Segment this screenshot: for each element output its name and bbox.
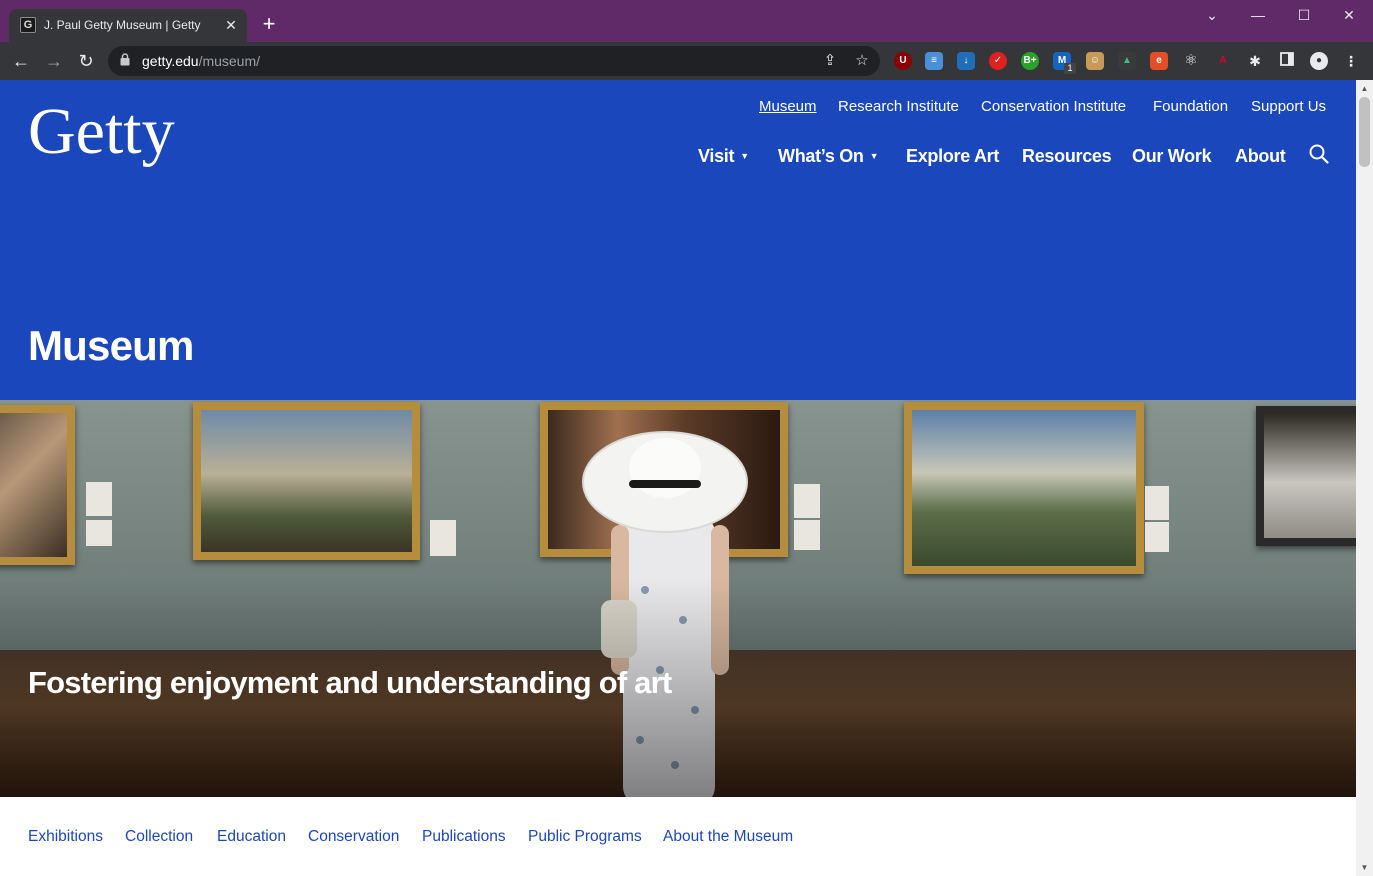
tab-title: J. Paul Getty Museum | Getty xyxy=(44,18,201,32)
react-extension-icon[interactable]: ⚛ xyxy=(1182,52,1200,70)
extensions-icon[interactable]: ✱ xyxy=(1246,52,1264,70)
bplus-extension-icon[interactable]: B+ xyxy=(1021,52,1039,70)
main-nav-visit[interactable]: Visit ▼ xyxy=(698,146,749,167)
page-content: Getty Museum Research Institute Conserva… xyxy=(0,80,1356,876)
menu-icon[interactable]: ⋮ xyxy=(1342,52,1360,70)
museum-subnav: Exhibitions Collection Education Conserv… xyxy=(0,797,1356,876)
subnav-about-the-museum[interactable]: About the Museum xyxy=(663,828,793,846)
extension-badge: 1 xyxy=(1064,63,1076,74)
scroll-up-icon[interactable]: ▲ xyxy=(1356,80,1373,97)
main-nav-whats-on[interactable]: What’s On ▼ xyxy=(778,146,879,167)
browser-tab[interactable]: G J. Paul Getty Museum | Getty ✕ xyxy=(9,9,247,42)
subnav-publications[interactable]: Publications xyxy=(422,828,506,846)
page-title: Museum xyxy=(28,322,194,369)
hero-image xyxy=(0,400,1356,797)
main-nav-resources[interactable]: Resources xyxy=(1022,146,1112,167)
scroll-down-icon[interactable]: ▼ xyxy=(1356,859,1373,876)
utility-nav-museum[interactable]: Museum xyxy=(759,98,817,115)
chevron-down-icon: ▼ xyxy=(869,151,879,161)
chevron-down-icon: ▼ xyxy=(740,151,749,161)
close-window-icon[interactable]: ✕ xyxy=(1337,5,1361,25)
angular-extension-icon[interactable]: A xyxy=(1214,52,1232,70)
browser-titlebar: G J. Paul Getty Museum | Getty ✕ + ⌄ — ☐… xyxy=(0,0,1373,42)
utility-nav-support-us[interactable]: Support Us xyxy=(1251,98,1326,115)
subnav-exhibitions[interactable]: Exhibitions xyxy=(28,828,103,846)
back-icon[interactable]: ← xyxy=(10,50,32,72)
getty-logo[interactable]: Getty xyxy=(28,94,175,170)
forward-icon[interactable]: → xyxy=(43,50,65,72)
utility-nav-research-institute[interactable]: Research Institute xyxy=(838,98,959,115)
close-icon[interactable]: ✕ xyxy=(222,16,240,34)
todoist-extension-icon[interactable]: ✓ xyxy=(989,52,1007,70)
lock-icon[interactable] xyxy=(120,53,130,69)
main-nav-about[interactable]: About xyxy=(1235,146,1286,167)
tab-manager-extension-icon[interactable]: ≡ xyxy=(925,52,943,70)
character-extension-icon[interactable]: ☺ xyxy=(1086,52,1104,70)
address-bar[interactable]: getty.edu/museum/ ⇪ ☆ xyxy=(108,46,880,76)
getty-favicon-icon: G xyxy=(20,17,36,33)
download-extension-icon[interactable]: ↓ xyxy=(957,52,975,70)
header-banner: Getty Museum Research Institute Conserva… xyxy=(0,80,1356,400)
subnav-conservation[interactable]: Conservation xyxy=(308,828,399,846)
share-icon[interactable]: ⇪ xyxy=(820,51,840,71)
utility-nav-foundation[interactable]: Foundation xyxy=(1153,98,1228,115)
subnav-public-programs[interactable]: Public Programs xyxy=(528,828,642,846)
utility-nav-conservation-institute[interactable]: Conservation Institute xyxy=(981,98,1126,115)
page-scrollbar[interactable]: ▲ ▼ xyxy=(1356,80,1373,876)
editor-extension-icon[interactable]: e xyxy=(1150,52,1168,70)
reload-icon[interactable]: ↻ xyxy=(75,50,97,72)
url-text: getty.edu/museum/ xyxy=(142,53,261,69)
subnav-collection[interactable]: Collection xyxy=(125,828,193,846)
maximize-icon[interactable]: ☐ xyxy=(1292,5,1316,25)
browser-toolbar: ← → ↻ getty.edu/museum/ ⇪ ☆ U ≡ ↓ ✓ B+ M… xyxy=(0,42,1373,80)
star-icon[interactable]: ☆ xyxy=(852,51,872,71)
minimize-icon[interactable]: — xyxy=(1246,5,1270,25)
subnav-education[interactable]: Education xyxy=(217,828,286,846)
search-icon[interactable] xyxy=(1308,143,1330,165)
main-nav-explore-art[interactable]: Explore Art xyxy=(906,146,999,167)
side-panel-icon[interactable] xyxy=(1278,52,1296,70)
hero-caption: Fostering enjoyment and understanding of… xyxy=(28,665,672,700)
tab-list-icon[interactable]: ⌄ xyxy=(1200,5,1224,25)
scroll-thumb[interactable] xyxy=(1359,97,1370,167)
hero-gradient-overlay xyxy=(0,400,1356,797)
ublock-extension-icon[interactable]: U xyxy=(894,52,912,70)
vue-extension-icon[interactable]: ▲ xyxy=(1118,52,1136,70)
profile-icon[interactable]: ● xyxy=(1310,52,1328,70)
new-tab-button[interactable]: + xyxy=(258,13,280,35)
main-nav-our-work[interactable]: Our Work xyxy=(1132,146,1212,167)
